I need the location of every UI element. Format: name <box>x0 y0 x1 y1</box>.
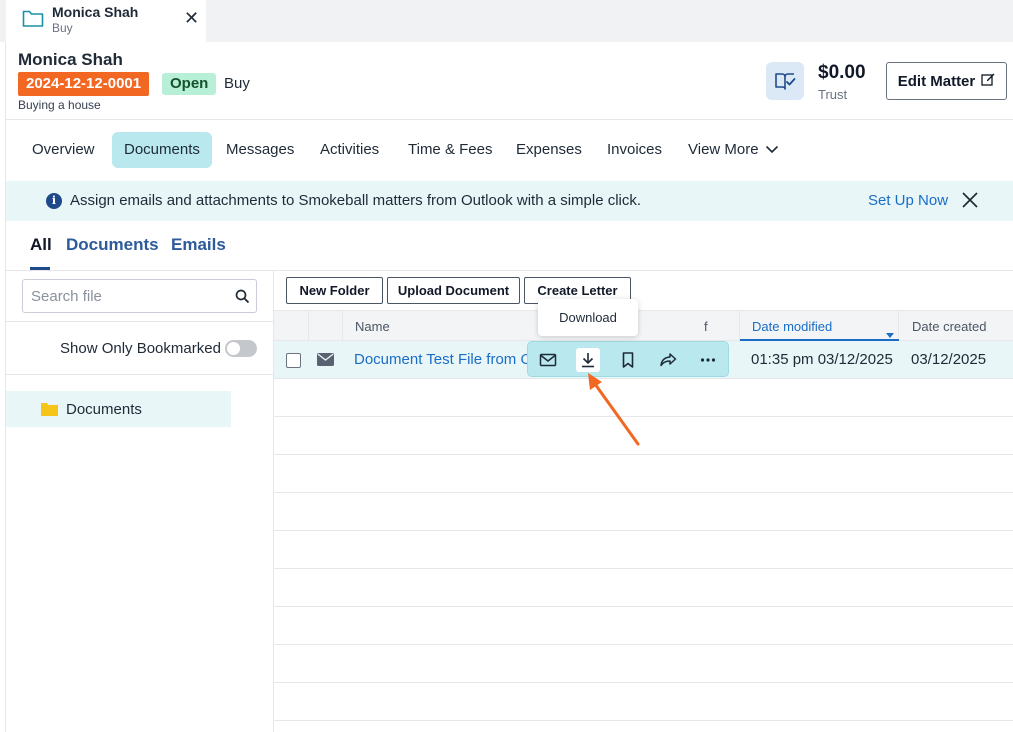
window-tab-strip: Monica Shah Buy ✕ <box>0 0 1013 42</box>
select-column-header <box>274 311 309 341</box>
more-icon[interactable] <box>696 348 720 372</box>
tab-overview[interactable]: Overview <box>20 132 107 168</box>
empty-table-row <box>274 683 1013 721</box>
show-only-bookmarked-label: Show Only Bookmarked <box>60 340 221 357</box>
matter-window-tab[interactable]: Monica Shah Buy ✕ <box>6 0 206 42</box>
new-folder-button[interactable]: New Folder <box>286 277 383 304</box>
left-border <box>5 42 6 732</box>
tab-documents[interactable]: Documents <box>112 132 212 168</box>
date-created-label: Date created <box>912 319 987 334</box>
view-more-label: View More <box>688 141 759 158</box>
client-name: Monica Shah <box>18 50 123 69</box>
sidebar-divider <box>6 321 273 322</box>
subtab-all[interactable]: All <box>30 235 52 255</box>
type-column-header <box>309 311 343 341</box>
date-created-cell: 03/12/2025 <box>911 351 987 368</box>
subtab-emails[interactable]: Emails <box>171 235 226 255</box>
document-name-link[interactable]: Document Test File from Outlook <box>354 351 529 368</box>
folder-item-documents[interactable]: Documents <box>6 391 231 427</box>
edit-matter-label: Edit Matter <box>897 72 976 90</box>
subtab-documents[interactable]: Documents <box>66 235 159 255</box>
window-tab-subtitle: Buy <box>52 21 73 35</box>
search-file-box[interactable] <box>22 279 257 313</box>
folder-label: Documents <box>66 401 142 418</box>
banner-message: Assign emails and attachments to Smokeba… <box>70 192 642 209</box>
date-modified-cell: 01:35 pm 03/12/2025 <box>751 351 893 368</box>
trust-label: Trust <box>818 87 848 102</box>
close-icon[interactable] <box>960 190 980 215</box>
trust-amount: $0.00 <box>818 62 866 83</box>
info-icon: i <box>46 193 62 209</box>
edit-matter-button[interactable]: Edit Matter <box>886 62 1007 100</box>
chevron-down-icon <box>765 132 779 168</box>
tab-invoices[interactable]: Invoices <box>595 132 674 168</box>
sidebar-divider <box>6 374 273 375</box>
date-created-column-header[interactable]: Date created <box>899 311 1013 341</box>
empty-table-row <box>274 645 1013 683</box>
empty-table-row <box>274 569 1013 607</box>
tab-activities[interactable]: Activities <box>308 132 391 168</box>
empty-table-row <box>274 607 1013 645</box>
from-column-label: f <box>704 319 708 334</box>
matter-type: Buy <box>224 75 250 92</box>
upload-document-button[interactable]: Upload Document <box>387 277 520 304</box>
tab-time-fees[interactable]: Time & Fees <box>396 132 504 168</box>
search-icon[interactable] <box>235 289 250 309</box>
tab-messages[interactable]: Messages <box>214 132 306 168</box>
empty-table-row <box>274 493 1013 531</box>
row-checkbox[interactable] <box>286 353 301 368</box>
empty-table-row <box>274 455 1013 493</box>
tab-view-more[interactable]: View More <box>676 132 791 168</box>
empty-table-row <box>274 531 1013 569</box>
close-tab-icon[interactable]: ✕ <box>184 8 199 29</box>
window-tab-title: Monica Shah <box>52 4 139 20</box>
outlook-banner: i Assign emails and attachments to Smoke… <box>6 181 1013 221</box>
edit-icon <box>981 72 995 90</box>
annotation-arrow <box>580 368 646 455</box>
header-divider <box>6 119 1013 120</box>
trust-book-icon[interactable] <box>766 62 804 100</box>
sort-column-underline <box>740 310 899 341</box>
share-icon[interactable] <box>656 348 680 372</box>
name-column-label: Name <box>355 319 390 334</box>
folder-icon <box>41 403 58 416</box>
content-divider <box>6 270 1013 271</box>
bookmarked-toggle[interactable] <box>225 340 257 357</box>
matter-description: Buying a house <box>18 98 101 112</box>
status-badge: Open <box>162 73 217 95</box>
table-header: Name f Date modified Date created <box>274 310 1013 341</box>
search-file-input[interactable] <box>31 288 231 305</box>
download-tooltip: Download <box>538 299 638 336</box>
set-up-now-link[interactable]: Set Up Now <box>868 192 948 209</box>
matter-number-badge: 2024-12-12-0001 <box>18 72 150 96</box>
mail-icon[interactable] <box>536 348 560 372</box>
tab-expenses[interactable]: Expenses <box>504 132 594 168</box>
email-icon <box>317 353 334 371</box>
folder-icon <box>22 8 44 33</box>
toggle-knob <box>227 342 240 355</box>
